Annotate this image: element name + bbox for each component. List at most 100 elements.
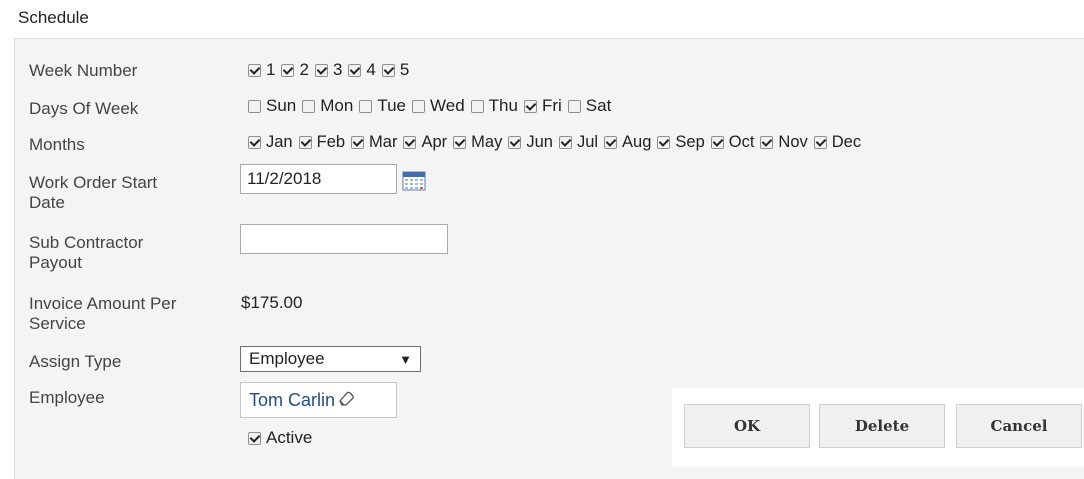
active-label: Active	[266, 428, 313, 447]
assign-type-label: Assign Type	[29, 352, 122, 371]
day-option[interactable]: Thu	[470, 96, 524, 116]
week-number-option-label: 2	[299, 60, 309, 79]
employee-name: Tom Carlin	[249, 389, 336, 410]
month-option-label: Feb	[316, 133, 346, 151]
month-option-label: Nov	[778, 133, 808, 151]
month-checkbox[interactable]	[453, 136, 467, 149]
month-checkbox[interactable]	[710, 136, 724, 149]
day-option[interactable]: Sat	[567, 96, 618, 116]
dialog-button-bar: OK Delete Cancel	[672, 388, 1084, 467]
months-label: Months	[29, 135, 85, 154]
month-checkbox[interactable]	[558, 136, 572, 149]
month-option[interactable]: Jul	[558, 133, 604, 152]
employee-label: Employee	[29, 388, 105, 407]
day-option[interactable]: Tue	[359, 96, 412, 116]
day-checkbox[interactable]	[359, 99, 373, 113]
month-option[interactable]: Dec	[813, 133, 867, 152]
month-option[interactable]: Sep	[657, 133, 710, 152]
ok-button[interactable]: OK	[684, 404, 810, 448]
day-option-label: Fri	[541, 96, 562, 115]
month-option[interactable]: Aug	[604, 133, 657, 152]
day-option[interactable]: Fri	[523, 96, 568, 116]
day-option-label: Sat	[585, 96, 612, 115]
month-option-label: Dec	[831, 133, 862, 151]
month-option[interactable]: Nov	[760, 133, 813, 152]
month-option-label: Oct	[728, 133, 755, 151]
week-number-checkbox[interactable]	[314, 63, 328, 77]
day-checkbox[interactable]	[302, 99, 316, 113]
month-option[interactable]: Feb	[298, 133, 351, 152]
assign-type-select[interactable]: Employee ▼	[240, 346, 421, 372]
month-checkbox[interactable]	[813, 136, 827, 149]
day-checkbox[interactable]	[470, 99, 484, 113]
active-option[interactable]: Active	[248, 428, 312, 448]
assign-type-selected-value: Employee	[249, 349, 325, 368]
day-checkbox[interactable]	[412, 99, 425, 113]
week-number-checkbox[interactable]	[348, 63, 362, 77]
day-option[interactable]: Mon	[302, 96, 359, 116]
month-option[interactable]: Mar	[351, 133, 403, 152]
week-number-option-label: 3	[332, 60, 343, 79]
week-number-option[interactable]: 1	[248, 60, 281, 80]
sub-contractor-payout-input[interactable]	[240, 224, 448, 254]
week-number-checkbox[interactable]	[381, 63, 395, 77]
day-checkbox[interactable]	[523, 99, 537, 113]
day-option-label: Wed	[430, 96, 465, 115]
week-number-option[interactable]: 3	[314, 60, 348, 80]
month-option[interactable]: Jan	[248, 133, 299, 152]
week-number-option-label: 4	[366, 60, 376, 79]
section-title: Schedule	[18, 8, 89, 27]
work-order-start-date-label-line2: Date	[29, 193, 65, 212]
day-option[interactable]: Sun	[248, 96, 302, 116]
month-checkbox[interactable]	[604, 136, 618, 149]
week-number-option-label: 1	[266, 60, 276, 79]
sub-contractor-payout-label-line1: Sub Contractor	[29, 233, 144, 252]
invoice-amount-value: $175.00	[241, 293, 303, 312]
days-of-week-label: Days Of Week	[29, 99, 139, 118]
week-number-option[interactable]: 5	[381, 60, 415, 80]
month-option-label: Aug	[622, 133, 652, 151]
active-checkbox[interactable]	[248, 431, 261, 445]
employee-selector[interactable]: Tom Carlin	[240, 382, 397, 418]
month-option-label: Sep	[675, 133, 705, 151]
eraser-icon[interactable]	[337, 390, 355, 411]
work-order-start-date-input[interactable]	[240, 164, 397, 194]
sub-contractor-payout-label: Sub Contractor Payout	[29, 233, 143, 273]
sub-contractor-payout-label-line2: Payout	[29, 253, 82, 272]
month-option[interactable]: Jun	[508, 133, 559, 152]
chevron-down-icon: ▼	[399, 351, 412, 367]
day-option-label: Tue	[377, 96, 406, 115]
month-checkbox[interactable]	[248, 136, 261, 149]
delete-button[interactable]: Delete	[819, 404, 945, 448]
day-option[interactable]: Wed	[412, 96, 471, 116]
month-checkbox[interactable]	[351, 136, 365, 149]
week-number-group: 1 2 3 4 5	[248, 60, 415, 80]
month-option-label: May	[471, 133, 503, 151]
months-group: Jan Feb Mar Apr May Jun Jul Aug Sep Oct …	[248, 133, 867, 152]
month-checkbox[interactable]	[298, 136, 312, 149]
month-option[interactable]: Apr	[403, 133, 453, 152]
invoice-amount-label-line1: Invoice Amount Per	[29, 294, 177, 313]
month-checkbox[interactable]	[657, 136, 671, 149]
day-checkbox[interactable]	[567, 99, 581, 113]
invoice-amount-label-line2: Service	[29, 314, 86, 333]
week-number-checkbox[interactable]	[281, 63, 295, 77]
work-order-start-date-label-line1: Work Order Start	[29, 173, 158, 192]
calendar-icon[interactable]	[401, 170, 427, 192]
week-number-option[interactable]: 2	[281, 60, 314, 80]
week-number-option[interactable]: 4	[348, 60, 381, 80]
month-option[interactable]: May	[453, 133, 508, 152]
day-option-label: Mon	[320, 96, 354, 115]
month-checkbox[interactable]	[760, 136, 774, 149]
week-number-checkbox[interactable]	[248, 63, 261, 77]
day-option-label: Thu	[488, 96, 518, 115]
week-number-label: Week Number	[29, 61, 138, 80]
day-checkbox[interactable]	[248, 99, 261, 113]
days-of-week-group: Sun Mon Tue Wed Thu Fri Sat	[248, 96, 617, 116]
month-checkbox[interactable]	[508, 136, 522, 149]
month-option[interactable]: Oct	[710, 133, 761, 152]
month-checkbox[interactable]	[403, 136, 417, 149]
month-option-label: Mar	[369, 133, 398, 151]
week-number-option-label: 5	[399, 60, 410, 79]
cancel-button[interactable]: Cancel	[956, 404, 1082, 448]
